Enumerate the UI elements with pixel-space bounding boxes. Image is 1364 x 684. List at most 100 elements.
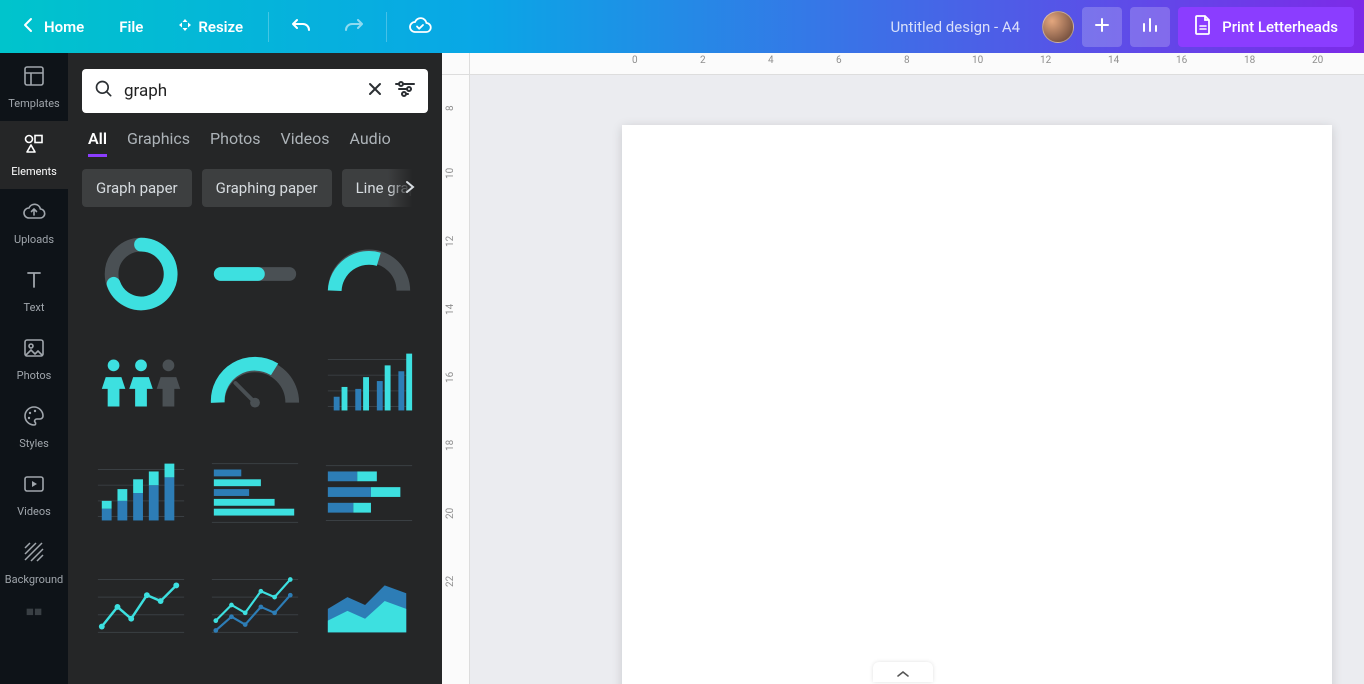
header-separator — [268, 12, 269, 42]
cloud-sync-button[interactable] — [402, 9, 438, 45]
filter-button[interactable] — [394, 80, 416, 102]
home-button[interactable]: Home — [12, 11, 94, 43]
photos-icon — [22, 336, 46, 363]
rail-text[interactable]: Text — [0, 257, 68, 325]
styles-icon — [22, 404, 46, 431]
ruler-tick: 10 — [972, 55, 983, 66]
rail-more[interactable] — [0, 597, 68, 637]
ruler-tick: 8 — [904, 55, 910, 66]
templates-icon — [22, 64, 46, 91]
rail-uploads[interactable]: Uploads — [0, 189, 68, 257]
ruler-tick: 20 — [1312, 55, 1323, 66]
tab-audio[interactable]: Audio — [350, 129, 391, 157]
element-multi-line-chart[interactable] — [206, 561, 304, 647]
chip[interactable]: Graphing paper — [202, 169, 332, 207]
clear-search-button[interactable] — [366, 80, 384, 102]
chips-scroll-right[interactable] — [388, 169, 428, 207]
ruler-tick: 16 — [1176, 55, 1187, 66]
tab-graphics[interactable]: Graphics — [127, 129, 190, 157]
chevron-right-icon — [405, 179, 415, 198]
tab-all[interactable]: All — [88, 129, 107, 157]
ruler-corner — [442, 53, 470, 75]
element-bar-chart[interactable] — [320, 341, 418, 427]
rail-templates[interactable]: Templates — [0, 53, 68, 121]
search-bar — [82, 69, 428, 113]
ruler-tick: 2 — [700, 55, 706, 66]
canvas-area[interactable]: 0 2 4 6 8 10 12 14 16 18 20 8 10 12 14 1… — [442, 53, 1364, 684]
more-icon — [23, 605, 45, 630]
file-label: File — [119, 18, 143, 36]
ruler-tick: 12 — [1040, 55, 1051, 66]
add-member-button[interactable] — [1082, 7, 1122, 47]
element-horizontal-stacked[interactable] — [320, 451, 418, 537]
undo-button[interactable] — [284, 9, 320, 45]
insights-button[interactable] — [1130, 7, 1170, 47]
ruler-tick: 18 — [445, 440, 456, 451]
ruler-tick: 10 — [445, 168, 456, 179]
chip[interactable]: Graph paper — [82, 169, 192, 207]
page-icon — [1194, 15, 1212, 39]
rail-videos[interactable]: Videos — [0, 461, 68, 529]
plus-icon — [1094, 17, 1110, 37]
ruler-tick: 8 — [445, 105, 456, 111]
rail-styles[interactable]: Styles — [0, 393, 68, 461]
text-icon — [22, 268, 46, 295]
elements-grid — [82, 231, 428, 647]
rail-elements[interactable]: Elements — [0, 121, 68, 189]
rail-label: Elements — [11, 165, 57, 178]
home-label: Home — [44, 18, 84, 36]
rail-label: Uploads — [14, 233, 54, 246]
rail-label: Videos — [17, 505, 51, 518]
chevron-left-icon — [22, 17, 34, 37]
ruler-tick: 0 — [632, 55, 638, 66]
document-title[interactable]: Untitled design - A4 — [891, 18, 1021, 36]
ruler-tick: 18 — [1244, 55, 1255, 66]
search-icon — [94, 79, 114, 103]
redo-button[interactable] — [335, 9, 371, 45]
element-pictogram[interactable] — [92, 341, 190, 427]
resize-button[interactable]: Resize — [168, 12, 253, 42]
ruler-tick: 14 — [1108, 55, 1119, 66]
rail-background[interactable]: Background — [0, 529, 68, 597]
print-button[interactable]: Print Letterheads — [1178, 7, 1354, 47]
ruler-tick: 12 — [445, 236, 456, 247]
suggestion-chips: Graph paper Graphing paper Line graph — [82, 169, 428, 207]
undo-icon — [292, 17, 312, 37]
element-stacked-bar[interactable] — [92, 451, 190, 537]
rail-label: Text — [24, 301, 45, 314]
canvas-page[interactable] — [622, 125, 1332, 684]
element-horizontal-bar[interactable] — [206, 451, 304, 537]
element-speedometer[interactable] — [206, 341, 304, 427]
elements-icon — [22, 132, 46, 159]
search-input[interactable] — [124, 81, 356, 101]
ruler-tick: 6 — [836, 55, 842, 66]
file-menu-button[interactable]: File — [109, 12, 153, 42]
videos-icon — [22, 472, 46, 499]
side-rail: Templates Elements Uploads Text Photos S… — [0, 53, 68, 684]
cloud-check-icon — [408, 16, 432, 38]
app-header: Home File Resize Unt — [0, 0, 1364, 53]
rail-photos[interactable]: Photos — [0, 325, 68, 393]
element-gauge-arc[interactable] — [320, 231, 418, 317]
ruler-tick: 16 — [445, 372, 456, 383]
element-progress-bar[interactable] — [206, 231, 304, 317]
rail-label: Background — [5, 573, 63, 586]
element-donut-chart[interactable] — [92, 231, 190, 317]
avatar[interactable] — [1042, 11, 1074, 43]
add-page-button[interactable] — [873, 662, 933, 682]
tab-videos[interactable]: Videos — [281, 129, 330, 157]
tab-photos[interactable]: Photos — [210, 129, 261, 157]
ruler-tick: 14 — [445, 304, 456, 315]
ruler-horizontal: 0 2 4 6 8 10 12 14 16 18 20 — [470, 53, 1364, 75]
rail-label: Styles — [19, 437, 49, 450]
ruler-tick: 20 — [445, 508, 456, 519]
element-area-chart[interactable] — [320, 561, 418, 647]
background-icon — [22, 540, 46, 567]
resize-label: Resize — [198, 18, 243, 36]
bar-chart-icon — [1141, 16, 1159, 38]
ruler-tick: 22 — [445, 576, 456, 587]
header-separator — [386, 12, 387, 42]
element-line-chart[interactable] — [92, 561, 190, 647]
elements-panel: All Graphics Photos Videos Audio Graph p… — [68, 53, 442, 684]
ruler-tick: 4 — [768, 55, 774, 66]
